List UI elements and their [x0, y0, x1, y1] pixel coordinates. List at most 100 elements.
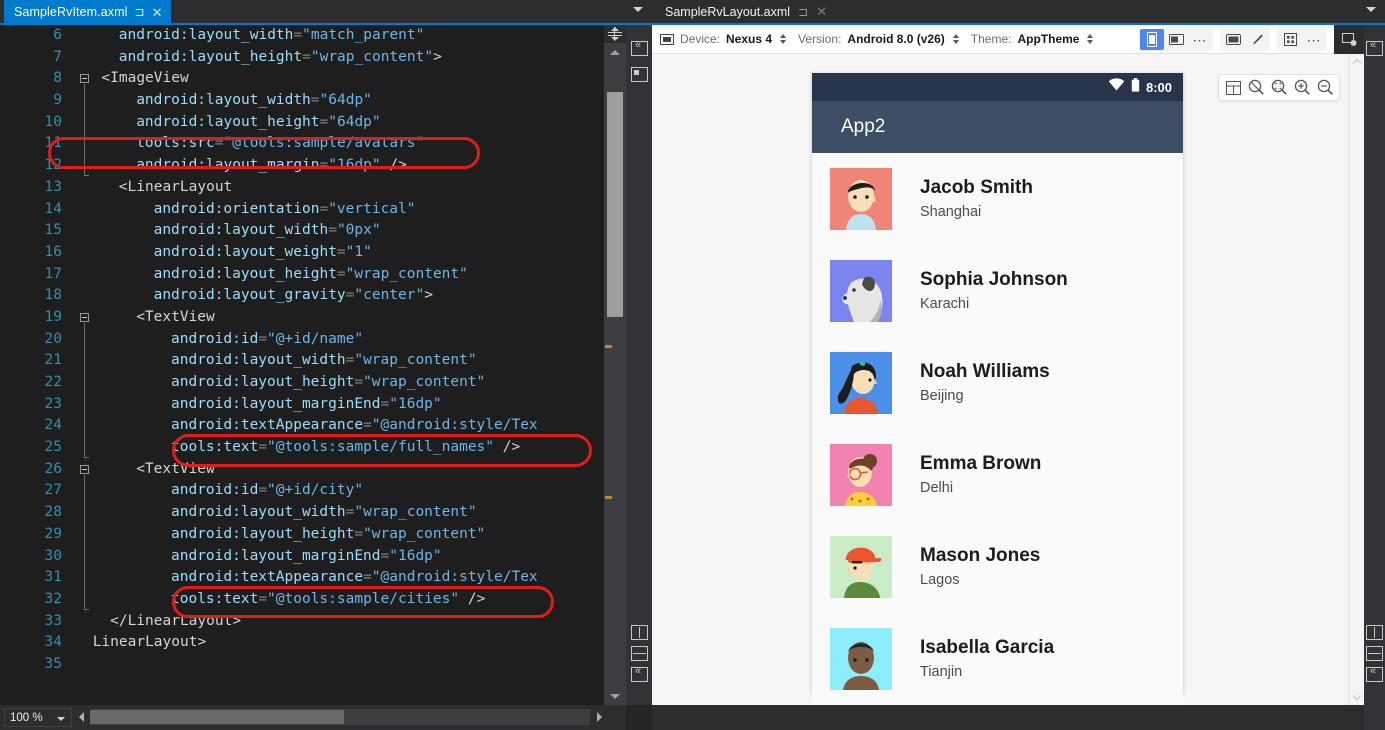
close-icon[interactable]: ✕ [152, 6, 163, 19]
view-more-button[interactable]: ⋯ [1302, 29, 1326, 50]
code-token: "@tools:sample/full_names" [267, 439, 494, 455]
editor-split-handle[interactable] [604, 25, 626, 43]
zoom-cross-icon[interactable] [1245, 77, 1267, 99]
close-icon[interactable]: ✕ [816, 4, 827, 20]
scroll-right-arrow-icon[interactable] [592, 709, 608, 725]
code-view-icon[interactable] [1366, 41, 1383, 56]
line-number: 28 [18, 502, 62, 524]
code-vertical-scrollbar-thumb[interactable] [607, 92, 623, 317]
chevron-down-icon [57, 717, 65, 721]
scroll-up-arrow-icon[interactable] [1349, 54, 1365, 70]
layout-preview-canvas[interactable]: 8:00 App2 Jacob SmithShanghai Sophia Joh… [652, 54, 1348, 705]
pin-icon[interactable]: ⊐ [798, 5, 808, 19]
code-text-area[interactable]: 6android:layout_width="match_parent"7and… [0, 25, 604, 705]
code-editor-pane: SampleRvItem.axml ⊐ ✕ 6android:layout_wi… [0, 0, 652, 730]
code-token: android:orientation [154, 201, 320, 217]
version-label: Version: [798, 32, 841, 46]
editor-side-rail [626, 25, 652, 705]
zoom-out-icon[interactable] [1314, 77, 1336, 99]
list-item-text: Jacob SmithShanghai [920, 176, 1033, 222]
version-spinner[interactable] [953, 34, 959, 44]
line-number: 7 [18, 47, 62, 69]
code-token: android:layout_width [171, 352, 346, 368]
toggle-designer-button[interactable] [1334, 25, 1364, 54]
code-token: /> [459, 591, 485, 607]
code-line-text: android:layout_height="wrap_content" [171, 524, 485, 546]
tab-overflow-chevron-down-icon[interactable] [1366, 7, 1376, 12]
code-view-icon[interactable] [631, 41, 648, 56]
device-spinner[interactable] [780, 34, 786, 44]
code-fold-toggle-icon[interactable] [80, 465, 89, 474]
recyclerview-list[interactable]: Jacob SmithShanghai Sophia JohnsonKarach… [812, 153, 1183, 705]
device-frame-button[interactable] [1221, 29, 1245, 50]
code-token: "wrap_content" [354, 352, 476, 368]
split-vertical-icon[interactable] [1366, 625, 1383, 640]
list-item[interactable]: Sophia JohnsonKarachi [812, 245, 1183, 337]
split-layout-icon[interactable] [1222, 77, 1244, 99]
scroll-left-arrow-icon[interactable] [74, 709, 90, 725]
code-fold-toggle-icon[interactable] [80, 74, 89, 83]
zoom-level-select[interactable]: 100 % [4, 708, 72, 727]
code-token: < [119, 179, 128, 195]
code-line-text: <ImageView [101, 68, 188, 90]
list-item[interactable]: Mason JonesLagos [812, 521, 1183, 613]
tab-samplervitem-axml[interactable]: SampleRvItem.axml ⊐ ✕ [4, 0, 171, 24]
list-item-city: Delhi [920, 478, 1041, 498]
device-value[interactable]: Nexus 4 [726, 32, 772, 46]
preview-vertical-scrollbar[interactable] [1348, 54, 1364, 705]
split-horizontal-icon[interactable] [631, 646, 648, 661]
list-item[interactable]: Emma BrownDelhi [812, 429, 1183, 521]
code-line-text: android:layout_width="wrap_content" [171, 350, 477, 372]
code-horizontal-scrollbar-thumb[interactable] [90, 710, 344, 724]
list-item-name: Emma Brown [920, 452, 1041, 476]
list-item[interactable]: Isabella GarciaTianjin [812, 613, 1183, 705]
code-token: android:layout_height [119, 49, 302, 65]
line-number: 33 [18, 611, 62, 633]
split-horizontal-icon[interactable] [1366, 646, 1383, 661]
scroll-down-arrow-icon[interactable] [604, 688, 626, 705]
theme-spinner[interactable] [1087, 34, 1093, 44]
list-item[interactable]: Jacob SmithShanghai [812, 153, 1183, 245]
tab-samplervlayout-axml[interactable]: SampleRvLayout.axml ⊐ ✕ [656, 0, 835, 24]
scroll-down-arrow-icon[interactable] [1349, 689, 1365, 705]
landscape-orientation-button[interactable] [1164, 29, 1188, 50]
code-token: LinearLayout [93, 634, 198, 650]
list-item-name: Sophia Johnson [920, 268, 1068, 292]
code-token: android:layout_height [136, 114, 319, 130]
code-token: = [293, 27, 302, 43]
tab-label: SampleRvLayout.axml [665, 5, 790, 19]
code-token: = [354, 526, 363, 542]
zoom-in-icon[interactable] [1291, 77, 1313, 99]
code-fold-toggle-icon[interactable] [80, 313, 89, 322]
code-line-text: android:layout_marginEnd="16dp" [171, 546, 442, 568]
code-token: "64dp" [320, 92, 372, 108]
battery-icon [1131, 78, 1140, 97]
split-vertical-icon[interactable] [631, 625, 648, 640]
theme-value[interactable]: AppTheme [1017, 32, 1079, 46]
zoom-fit-icon[interactable] [1268, 77, 1290, 99]
tab-overflow-chevron-down-icon[interactable] [633, 7, 643, 12]
grid-button[interactable] [1278, 29, 1302, 50]
designer-view-icon[interactable] [631, 67, 648, 82]
list-item[interactable]: Noah WilliamsBeijing [812, 337, 1183, 429]
code-token: android:layout_width [119, 27, 294, 43]
orientation-more-button[interactable]: ⋯ [1188, 29, 1212, 50]
portrait-orientation-button[interactable] [1140, 29, 1164, 50]
code-token: tools:text [171, 591, 258, 607]
pin-icon[interactable]: ⊐ [135, 6, 145, 18]
collapse-pane-icon[interactable] [1366, 667, 1383, 682]
scroll-up-arrow-icon[interactable] [604, 44, 626, 61]
list-item-text: Emma BrownDelhi [920, 452, 1041, 498]
code-fold-guide [84, 84, 85, 175]
code-token: android:layout_height [171, 374, 354, 390]
avatar-grey-dog [830, 260, 892, 322]
code-token: "wrap_content" [363, 374, 485, 390]
version-value[interactable]: Android 8.0 (v26) [847, 32, 944, 46]
line-number: 9 [18, 90, 62, 112]
code-token: = [258, 439, 267, 455]
code-token: "vertical" [328, 201, 415, 217]
collapse-pane-icon[interactable] [631, 667, 648, 682]
line-number: 24 [18, 415, 62, 437]
theme-brush-button[interactable] [1245, 29, 1269, 50]
line-number: 26 [18, 459, 62, 481]
